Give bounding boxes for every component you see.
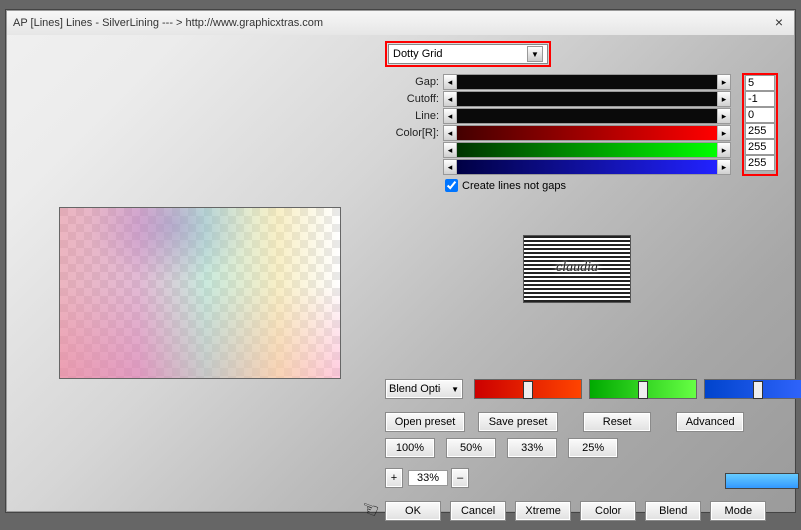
value-color-g[interactable]: 255	[745, 139, 775, 155]
arrow-right-icon[interactable]: ▸	[717, 109, 730, 123]
create-lines-checkbox[interactable]: Create lines not gaps	[445, 179, 778, 192]
preview-image	[59, 207, 341, 379]
arrow-right-icon[interactable]: ▸	[717, 75, 730, 89]
slider-cutoff[interactable]: ◂ ▸	[443, 91, 731, 107]
mode-button[interactable]: Mode	[710, 501, 766, 521]
arrow-right-icon[interactable]: ▸	[717, 126, 730, 140]
preset-selected: Dotty Grid	[393, 48, 443, 60]
value-color-r[interactable]: 255	[745, 123, 775, 139]
watermark: claudia	[523, 235, 631, 303]
arrow-left-icon[interactable]: ◂	[444, 143, 457, 157]
slider-color-r[interactable]: ◂ ▸	[443, 125, 731, 141]
pct-50-button[interactable]: 50%	[446, 438, 496, 458]
xtreme-button[interactable]: Xtreme	[515, 501, 571, 521]
plugin-window: AP [Lines] Lines - SilverLining --- > ht…	[6, 10, 795, 512]
preset-highlight: Dotty Grid ▼	[385, 41, 551, 67]
watermark-text: claudia	[524, 260, 630, 276]
blend-slider-green[interactable]	[589, 379, 697, 399]
controls: Dotty Grid ▼ Gap: ◂ ▸ Cutoff:	[385, 41, 778, 192]
label-color-r: Color[R]:	[385, 127, 439, 139]
color-swatch[interactable]	[725, 473, 799, 489]
window-title: AP [Lines] Lines - SilverLining --- > ht…	[13, 17, 323, 29]
content: Dotty Grid ▼ Gap: ◂ ▸ Cutoff:	[13, 35, 788, 505]
slider-line[interactable]: ◂ ▸	[443, 108, 731, 124]
slider-gap[interactable]: ◂ ▸	[443, 74, 731, 90]
zoom-value[interactable]: 33%	[408, 470, 448, 486]
arrow-left-icon[interactable]: ◂	[444, 75, 457, 89]
slider-thumb[interactable]	[638, 381, 648, 399]
arrow-left-icon[interactable]: ◂	[444, 126, 457, 140]
zoom-row: + 33% –	[385, 468, 469, 488]
slider-thumb[interactable]	[753, 381, 763, 399]
pct-25-button[interactable]: 25%	[568, 438, 618, 458]
preset-row: Open preset Save preset Reset Advanced	[385, 412, 744, 432]
zoom-in-button[interactable]: +	[385, 468, 403, 488]
value-line[interactable]: 0	[745, 107, 775, 123]
checkbox-label: Create lines not gaps	[462, 180, 566, 192]
arrow-left-icon[interactable]: ◂	[444, 92, 457, 106]
blend-slider-red[interactable]	[474, 379, 582, 399]
label-gap: Gap:	[385, 76, 439, 88]
value-gap[interactable]: 5	[745, 75, 775, 91]
color-button[interactable]: Color	[580, 501, 636, 521]
preset-combo[interactable]: Dotty Grid ▼	[388, 44, 548, 64]
pct-33-button[interactable]: 33%	[507, 438, 557, 458]
save-preset-button[interactable]: Save preset	[478, 412, 558, 432]
slider-thumb[interactable]	[523, 381, 533, 399]
label-cutoff: Cutoff:	[385, 93, 439, 105]
slider-color-g[interactable]: ◂ ▸	[443, 142, 731, 158]
blend-options-combo[interactable]: Blend Options ▼	[385, 379, 463, 399]
close-button[interactable]: ×	[770, 15, 788, 31]
checkbox-input[interactable]	[445, 179, 458, 192]
value-cutoff[interactable]: -1	[745, 91, 775, 107]
arrow-right-icon[interactable]: ▸	[717, 92, 730, 106]
zoom-out-button[interactable]: –	[451, 468, 469, 488]
titlebar: AP [Lines] Lines - SilverLining --- > ht…	[7, 11, 794, 35]
ok-button[interactable]: OK	[385, 501, 441, 521]
slider-color-b[interactable]: ◂ ▸	[443, 159, 731, 175]
arrow-left-icon[interactable]: ◂	[444, 109, 457, 123]
arrow-left-icon[interactable]: ◂	[444, 160, 457, 174]
percent-row: 100% 50% 33% 25%	[385, 438, 618, 458]
label-line: Line:	[385, 110, 439, 122]
cancel-button[interactable]: Cancel	[450, 501, 506, 521]
chevron-down-icon: ▼	[527, 46, 543, 62]
blend-slider-blue[interactable]	[704, 379, 801, 399]
pct-100-button[interactable]: 100%	[385, 438, 435, 458]
advanced-button[interactable]: Advanced	[676, 412, 744, 432]
arrow-right-icon[interactable]: ▸	[717, 160, 730, 174]
bottom-row: OK Cancel Xtreme Color Blend Mode	[385, 501, 766, 521]
value-color-b[interactable]: 255	[745, 155, 775, 171]
arrow-right-icon[interactable]: ▸	[717, 143, 730, 157]
blend-options-label: Blend Options	[389, 383, 441, 395]
chevron-down-icon: ▼	[451, 385, 459, 394]
values-highlight: 5 -1 0 255 255 255	[742, 73, 778, 176]
open-preset-button[interactable]: Open preset	[385, 412, 465, 432]
reset-button[interactable]: Reset	[583, 412, 651, 432]
blend-button[interactable]: Blend	[645, 501, 701, 521]
